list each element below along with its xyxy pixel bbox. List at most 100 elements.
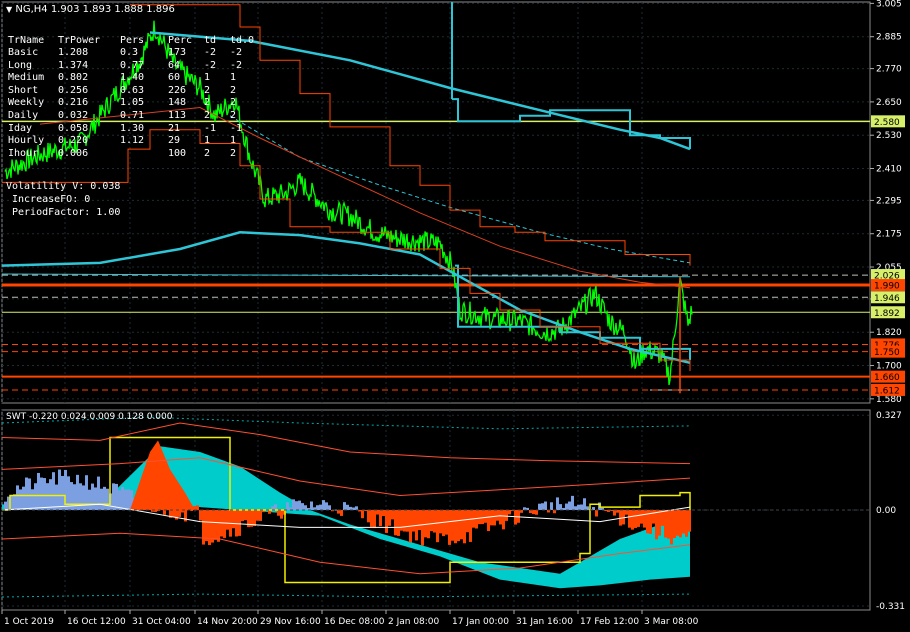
time-axis-label: 2 Jan 08:00 xyxy=(388,617,440,627)
price-badge-label: 1.750 xyxy=(874,348,900,358)
time-axis-label: 1 Oct 2019 xyxy=(4,617,54,627)
table-cell: Medium xyxy=(8,72,45,84)
swt-histogram-bar xyxy=(379,510,382,527)
swt-histogram-bar xyxy=(19,489,22,510)
swt-histogram-bar xyxy=(655,510,658,540)
swt-histogram-bar xyxy=(481,510,484,525)
swt-histogram-bar xyxy=(490,510,493,526)
table-cell: 2 xyxy=(204,97,211,109)
swt-histogram-bar xyxy=(580,504,583,510)
swt-histogram-bar xyxy=(34,483,37,510)
price-badge-label: 2.580 xyxy=(874,118,900,128)
swt-title: SWT -0.220 0.024 0.009 0.128 0.000 xyxy=(6,412,173,422)
swt-histogram-bar xyxy=(241,510,244,522)
swt-histogram-bar xyxy=(325,502,328,510)
swt-histogram-bar xyxy=(487,510,490,532)
swt-indicator-panel[interactable] xyxy=(1,409,871,611)
table-cell: 0.71 xyxy=(120,110,145,121)
table-cell: 173 xyxy=(168,47,187,58)
swt-histogram-bar xyxy=(484,510,487,523)
price-badge-label: 1.946 xyxy=(874,294,900,304)
swt-histogram-bar xyxy=(319,504,322,510)
swt-histogram-bar xyxy=(628,510,631,528)
swt-histogram-bar xyxy=(13,494,16,510)
swt-histogram-bar xyxy=(328,505,331,510)
swt-histogram-bar xyxy=(259,510,262,521)
table-cell: 226 xyxy=(168,84,187,96)
swt-histogram-bar xyxy=(343,502,346,510)
swt-histogram-bar xyxy=(367,510,370,523)
price-badge-label: 1.660 xyxy=(874,373,900,383)
table-cell: 1.374 xyxy=(58,59,89,71)
swt-histogram-bar xyxy=(631,510,634,530)
swt-histogram-bar xyxy=(94,487,97,510)
table-cell: 0.006 xyxy=(58,147,89,159)
swt-tick-label: 0.00 xyxy=(876,506,896,516)
table-cell: Long xyxy=(8,59,33,71)
table-cell: 1 xyxy=(230,72,237,84)
table-cell: 1.12 xyxy=(120,135,145,147)
swt-histogram-bar xyxy=(463,510,466,544)
swt-histogram-bar xyxy=(568,501,571,510)
indicator-increase: IncreaseFO: 0 xyxy=(12,194,91,205)
table-cell: 0.256 xyxy=(58,84,89,96)
table-cell: 21 xyxy=(168,122,181,134)
swt-histogram-bar xyxy=(196,505,199,510)
swt-histogram-bar xyxy=(316,505,319,510)
swt-histogram-bar xyxy=(88,489,91,510)
table-cell: -1 xyxy=(230,122,243,134)
swt-histogram-bar xyxy=(625,510,628,515)
swt-outer-dotted-lower xyxy=(1,593,691,598)
swt-histogram-bar xyxy=(556,497,559,510)
swt-histogram-bar xyxy=(460,510,463,540)
time-axis-label: 17 Jan 00:00 xyxy=(452,617,509,627)
swt-histogram-bar xyxy=(31,489,34,510)
swt-histogram-bar xyxy=(301,503,304,510)
swt-histogram-bar xyxy=(550,502,553,510)
swt-histogram-bar xyxy=(274,504,277,510)
swt-histogram-bar xyxy=(340,510,343,516)
dropdown-arrow-icon[interactable]: ▼ xyxy=(6,5,12,14)
price-tick-label: 1.820 xyxy=(876,328,902,338)
swt-histogram-bar xyxy=(226,510,229,530)
price-tick-label: 2.410 xyxy=(876,165,902,175)
table-cell: 2 xyxy=(230,84,237,96)
table-cell: 2 xyxy=(204,84,211,96)
swt-histogram-bar xyxy=(502,510,505,530)
swt-histogram-bar xyxy=(670,510,673,545)
table-cell: 0.216 xyxy=(58,97,89,109)
swt-histogram-bar xyxy=(52,472,55,510)
swt-histogram-bar xyxy=(217,510,220,542)
swt-histogram-bar xyxy=(679,510,682,538)
swt-histogram-bar xyxy=(673,510,676,539)
swt-histogram-bar xyxy=(466,510,469,533)
swt-histogram-bar xyxy=(376,510,379,515)
table-header-cell: TrName xyxy=(8,35,45,46)
swt-histogram-bar xyxy=(67,476,70,510)
swt-histogram-bar xyxy=(496,510,499,521)
table-cell: 1 xyxy=(204,135,211,147)
swt-histogram-bar xyxy=(448,510,451,545)
swt-histogram-bar xyxy=(541,503,544,510)
table-cell: Basic xyxy=(8,47,39,58)
swt-histogram-bar xyxy=(58,469,61,510)
swt-histogram-bar xyxy=(25,477,28,510)
table-cell: Ihour xyxy=(8,147,39,159)
swt-histogram-bar xyxy=(280,510,283,519)
table-cell: Daily xyxy=(8,110,39,121)
swt-histogram-bar xyxy=(172,510,175,518)
swt-histogram-bar xyxy=(22,486,25,510)
swt-histogram-bar xyxy=(208,510,211,546)
swt-histogram-bar xyxy=(292,499,295,510)
price-line[interactable] xyxy=(4,20,693,386)
swt-upper-band xyxy=(1,422,691,465)
swt-histogram-bar xyxy=(61,475,64,510)
swt-histogram-bar xyxy=(4,501,7,510)
swt-histogram-bar xyxy=(508,510,511,515)
swt-histogram-bar xyxy=(298,500,301,510)
swt-histogram-bar xyxy=(49,479,52,510)
table-cell: 2 xyxy=(204,110,211,121)
price-tick-label: 2.650 xyxy=(876,98,902,108)
table-cell: 0.802 xyxy=(58,72,89,84)
swt-histogram-bar xyxy=(40,477,43,510)
